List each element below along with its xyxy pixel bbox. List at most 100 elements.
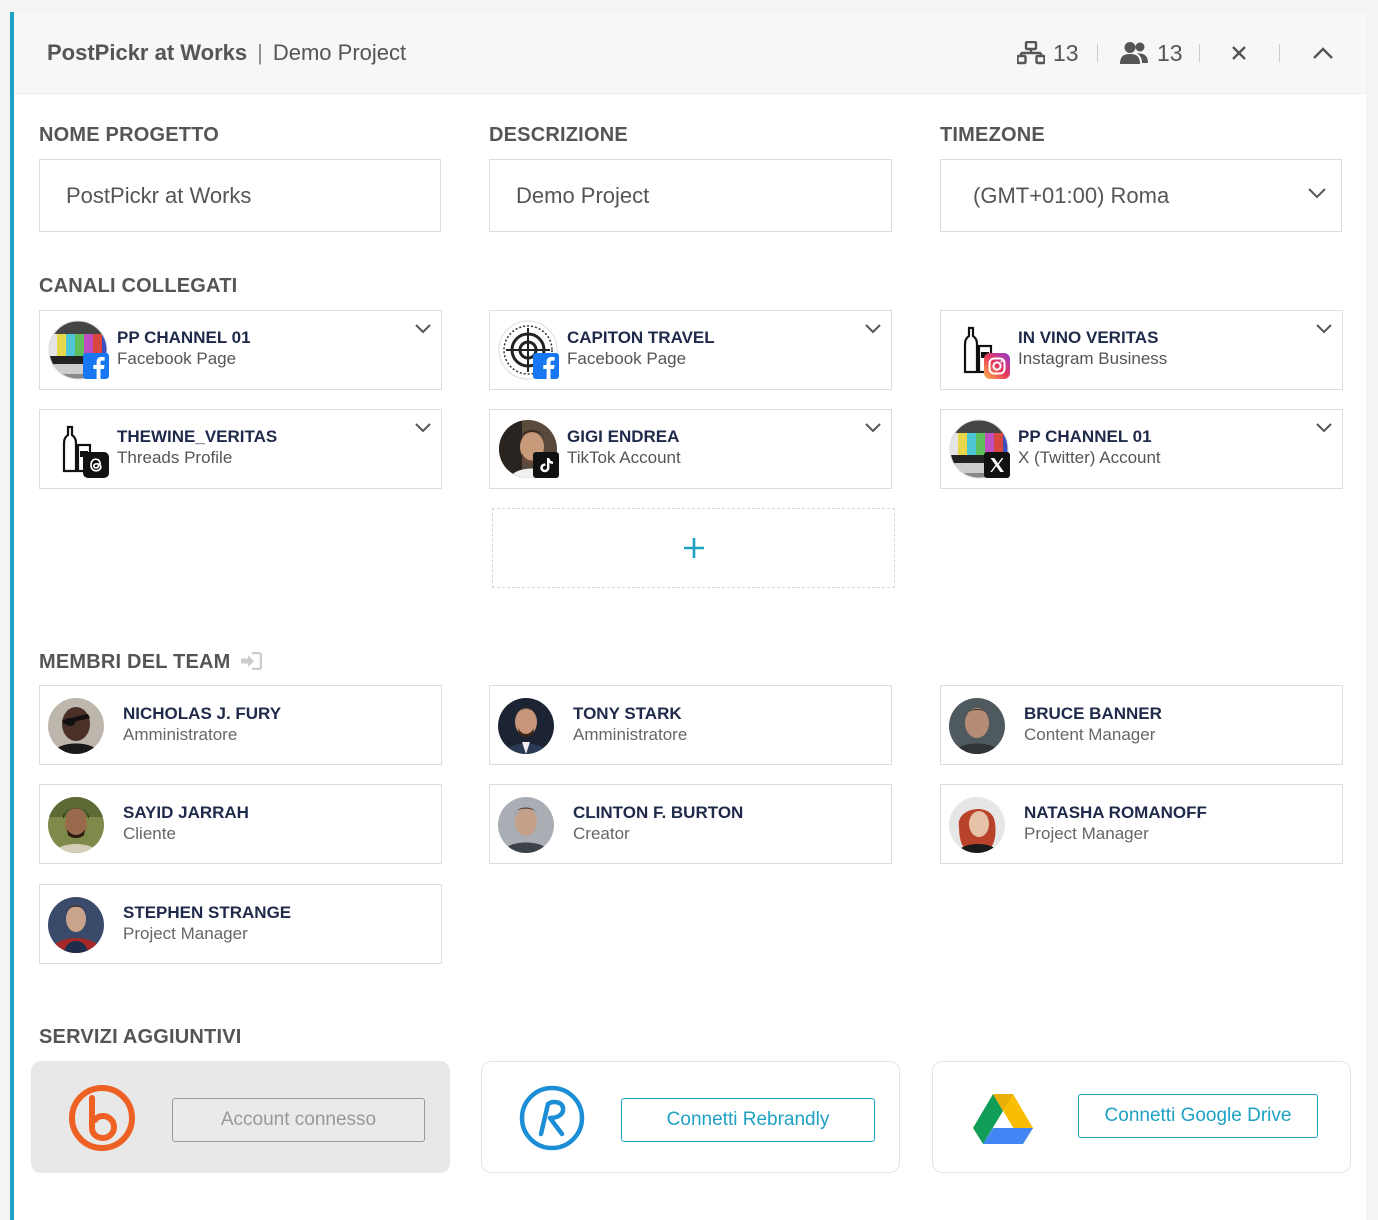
plus-icon xyxy=(683,538,704,558)
chevron-down-icon[interactable] xyxy=(414,323,432,335)
description-label: DESCRIZIONE xyxy=(489,124,628,146)
header-divider xyxy=(1199,44,1200,62)
member-avatar xyxy=(949,698,1005,754)
chevron-down-icon[interactable] xyxy=(1315,323,1333,335)
member-role: Project Manager xyxy=(1024,824,1149,843)
description-input[interactable]: Demo Project xyxy=(489,159,892,232)
team-label-text: MEMBRI DEL TEAM xyxy=(39,651,231,673)
timezone-label: TIMEZONE xyxy=(940,124,1045,146)
channel-type: X (Twitter) Account xyxy=(1018,448,1161,467)
add-channel-button[interactable] xyxy=(492,508,895,588)
channel-type: Threads Profile xyxy=(117,448,233,467)
member-avatar xyxy=(48,897,104,953)
channel-card[interactable]: CAPITON TRAVEL Facebook Page xyxy=(489,310,892,390)
channel-card[interactable]: THEWINE_VERITAS Threads Profile xyxy=(39,409,442,489)
member-avatar xyxy=(498,797,554,853)
chevron-down-icon[interactable] xyxy=(864,422,882,434)
threads-icon xyxy=(83,452,109,478)
bitly-connected-button: Account connesso xyxy=(172,1098,425,1142)
rebrandly-service-card: Connetti Rebrandly xyxy=(481,1061,900,1173)
project-header: PostPickr at Works | Demo Project 13 13 xyxy=(14,12,1366,94)
header-divider xyxy=(1097,44,1098,62)
team-member-card[interactable]: TONY STARK Amministratore xyxy=(489,685,892,765)
project-name-label: NOME PROGETTO xyxy=(39,124,220,146)
collapse-button[interactable] xyxy=(1308,38,1338,68)
members-count: 13 xyxy=(1157,39,1183,66)
network-icon xyxy=(1017,41,1045,65)
channel-name: GIGI ENDREA xyxy=(567,427,680,446)
channel-name: THEWINE_VERITAS xyxy=(117,427,278,446)
channels-stat: 13 xyxy=(1017,38,1079,68)
member-name: STEPHEN STRANGE xyxy=(123,903,292,922)
users-icon xyxy=(1120,42,1148,64)
x-icon xyxy=(984,452,1010,478)
chevron-down-icon xyxy=(1308,188,1326,199)
chevron-down-icon[interactable] xyxy=(1315,422,1333,434)
header-project-name: PostPickr at Works xyxy=(47,40,248,65)
team-label: MEMBRI DEL TEAM xyxy=(39,651,263,674)
team-member-card[interactable]: NATASHA ROMANOFF Project Manager xyxy=(940,784,1343,864)
team-member-card[interactable]: CLINTON F. BURTON Creator xyxy=(489,784,892,864)
description-value: Demo Project xyxy=(516,182,650,208)
channel-card[interactable]: GIGI ENDREA TikTok Account xyxy=(489,409,892,489)
gdrive-service-card: Connetti Google Drive xyxy=(932,1061,1351,1173)
channels-label: CANALI COLLEGATI xyxy=(39,275,238,297)
chevron-down-icon[interactable] xyxy=(414,422,432,434)
rebrandly-logo-icon xyxy=(519,1085,585,1151)
header-separator: | xyxy=(257,40,263,65)
close-button[interactable] xyxy=(1224,38,1254,68)
header-description: Demo Project xyxy=(272,40,407,65)
member-name: SAYID JARRAH xyxy=(123,803,249,822)
tiktok-icon xyxy=(533,452,559,478)
member-role: Cliente xyxy=(123,824,176,843)
member-role: Creator xyxy=(573,824,630,843)
member-avatar xyxy=(48,698,104,754)
google-drive-icon xyxy=(973,1094,1033,1144)
project-name-value: PostPickr at Works xyxy=(66,182,252,208)
channel-type: Facebook Page xyxy=(117,349,237,368)
project-name-input[interactable]: PostPickr at Works xyxy=(39,159,441,232)
member-role: Amministratore xyxy=(123,725,238,744)
member-name: NICHOLAS J. FURY xyxy=(123,704,282,723)
close-icon xyxy=(1232,46,1246,60)
member-name: CLINTON F. BURTON xyxy=(573,803,744,822)
connect-google-drive-button[interactable]: Connetti Google Drive xyxy=(1078,1094,1318,1138)
channel-card[interactable]: IN VINO VERITAS Instagram Business xyxy=(940,310,1343,390)
timezone-value: (GMT+01:00) Roma xyxy=(973,182,1170,208)
member-name: TONY STARK xyxy=(573,704,682,723)
member-avatar xyxy=(498,698,554,754)
channel-name: PP CHANNEL 01 xyxy=(117,328,251,347)
channel-card[interactable]: PP CHANNEL 01 Facebook Page xyxy=(39,310,442,390)
channel-name: IN VINO VERITAS xyxy=(1018,328,1159,347)
channel-type: Facebook Page xyxy=(567,349,687,368)
member-avatar xyxy=(48,797,104,853)
members-stat: 13 xyxy=(1119,38,1183,68)
chevron-up-icon xyxy=(1313,47,1333,59)
chevron-down-icon[interactable] xyxy=(864,323,882,335)
header-divider xyxy=(1279,44,1280,62)
member-name: BRUCE BANNER xyxy=(1024,704,1162,723)
channel-name: PP CHANNEL 01 xyxy=(1018,427,1152,446)
member-role: Amministratore xyxy=(573,725,688,744)
channel-type: Instagram Business xyxy=(1018,349,1168,368)
member-role: Project Manager xyxy=(123,924,248,943)
member-avatar xyxy=(949,797,1005,853)
team-member-card[interactable]: NICHOLAS J. FURY Amministratore xyxy=(39,685,442,765)
connect-rebrandly-button[interactable]: Connetti Rebrandly xyxy=(621,1098,875,1142)
channel-type: TikTok Account xyxy=(567,448,681,467)
channels-count: 13 xyxy=(1053,39,1079,66)
services-label: SERVIZI AGGIUNTIVI xyxy=(39,1026,242,1048)
facebook-icon xyxy=(83,353,109,379)
timezone-select[interactable]: (GMT+01:00) Roma xyxy=(940,159,1342,232)
sign-in-icon[interactable] xyxy=(240,651,263,671)
bitly-logo-icon xyxy=(69,1085,135,1151)
team-member-card[interactable]: BRUCE BANNER Content Manager xyxy=(940,685,1343,765)
header-title: PostPickr at Works | Demo Project xyxy=(47,40,406,66)
channel-card[interactable]: PP CHANNEL 01 X (Twitter) Account xyxy=(940,409,1343,489)
member-name: NATASHA ROMANOFF xyxy=(1024,803,1207,822)
member-role: Content Manager xyxy=(1024,725,1156,744)
team-member-card[interactable]: SAYID JARRAH Cliente xyxy=(39,784,442,864)
project-card: PostPickr at Works | Demo Project 13 13 … xyxy=(10,12,1366,1220)
team-member-card[interactable]: STEPHEN STRANGE Project Manager xyxy=(39,884,442,964)
bitly-service-card: Account connesso xyxy=(31,1061,450,1173)
